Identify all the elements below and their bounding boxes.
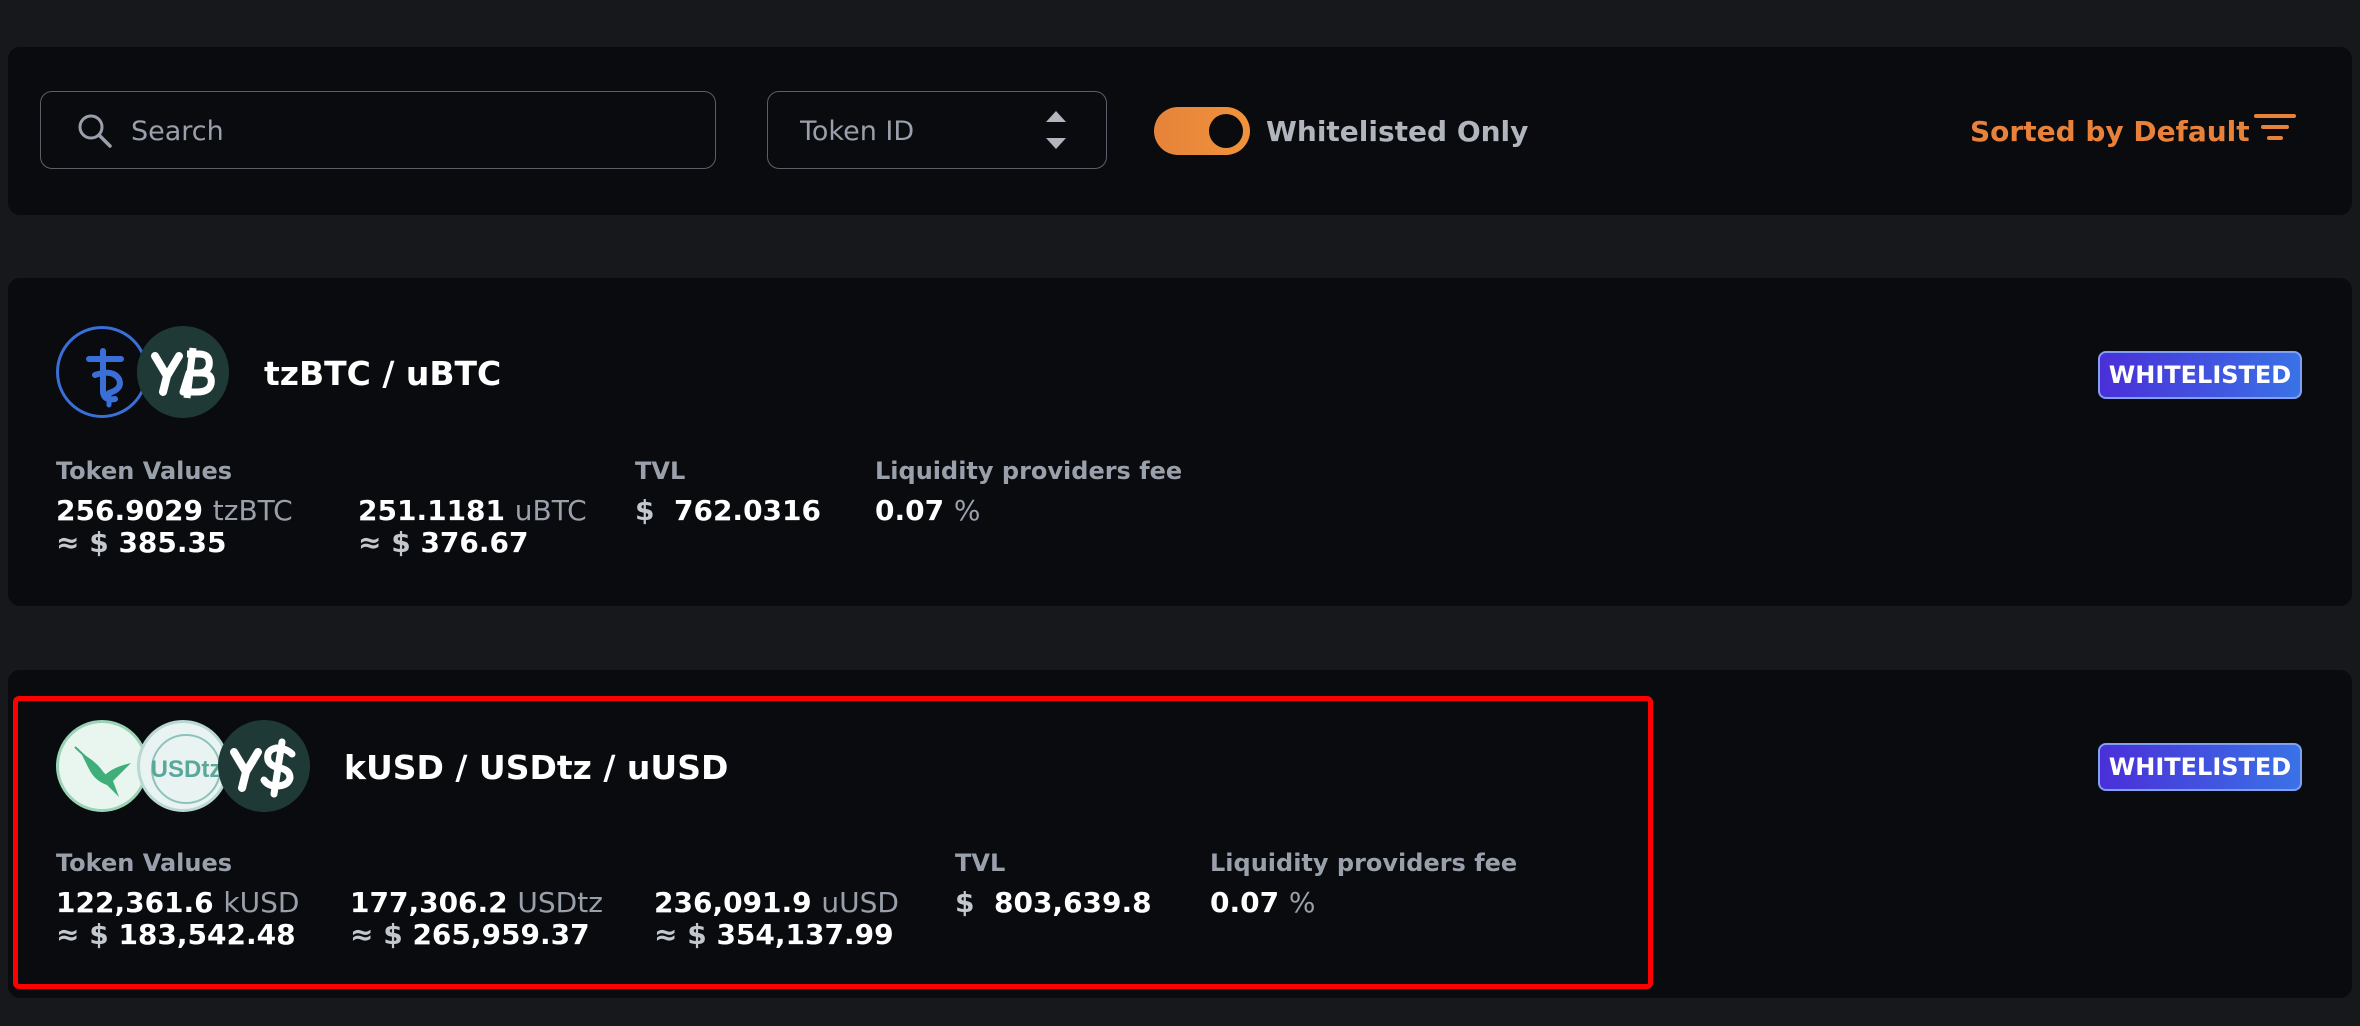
token-usd-value: ≈ $ 376.67 [358,526,529,559]
token-amount: 251.1181 uBTC [358,494,587,527]
token-id-input[interactable] [798,92,1042,170]
usd-value: 385.35 [118,526,227,559]
token-amount: 256.9029 tzBTC [56,494,293,527]
sort-icon[interactable] [2254,111,2296,143]
token-amount-value: 251.1181 [358,494,506,527]
token-id-field[interactable] [767,91,1107,170]
fee-amount: 0.07 [875,494,945,527]
search-input[interactable] [129,92,693,170]
filter-bar: Whitelisted Only Sorted by Default [8,47,2352,215]
highlight-box [13,696,1653,989]
usd-value: 376.67 [420,526,529,559]
token-symbol: tzBTC [212,494,293,527]
whitelisted-toggle-label[interactable]: Whitelisted Only [1266,115,1528,148]
stepper-down-icon[interactable] [1044,134,1068,154]
tvl-value: $ 762.0316 [635,494,821,527]
pool-card[interactable]: tzBTC / uBTC WHITELISTED Token Values 25… [8,278,2352,606]
token-usd-value: ≈ $ 385.35 [56,526,227,559]
tvl-currency: $ [635,494,655,527]
stepper-up-icon[interactable] [1044,106,1068,126]
fee-label: Liquidity providers fee [875,457,1183,485]
whitelisted-badge: WHITELISTED [2098,743,2302,791]
tvl-amount: 762.0316 [673,494,821,527]
pool-name: tzBTC / uBTC [264,354,502,393]
token-symbol: uBTC [514,494,587,527]
approx-prefix: ≈ $ [56,526,109,559]
approx-prefix: ≈ $ [358,526,411,559]
tvl-label: TVL [635,457,686,485]
fee-unit: % [953,494,981,527]
search-box[interactable] [40,91,716,170]
token-values-label: Token Values [56,457,233,485]
token-amount-value: 256.9029 [56,494,204,527]
search-icon [78,114,112,148]
whitelisted-toggle[interactable] [1154,107,1250,155]
tzbtc-icon [56,326,148,418]
ubtc-icon [137,326,229,418]
sort-button[interactable]: Sorted by Default [1970,115,2250,148]
whitelisted-badge: WHITELISTED [2098,351,2302,399]
toggle-knob [1209,114,1243,148]
fee-value: 0.07 % [875,494,980,527]
